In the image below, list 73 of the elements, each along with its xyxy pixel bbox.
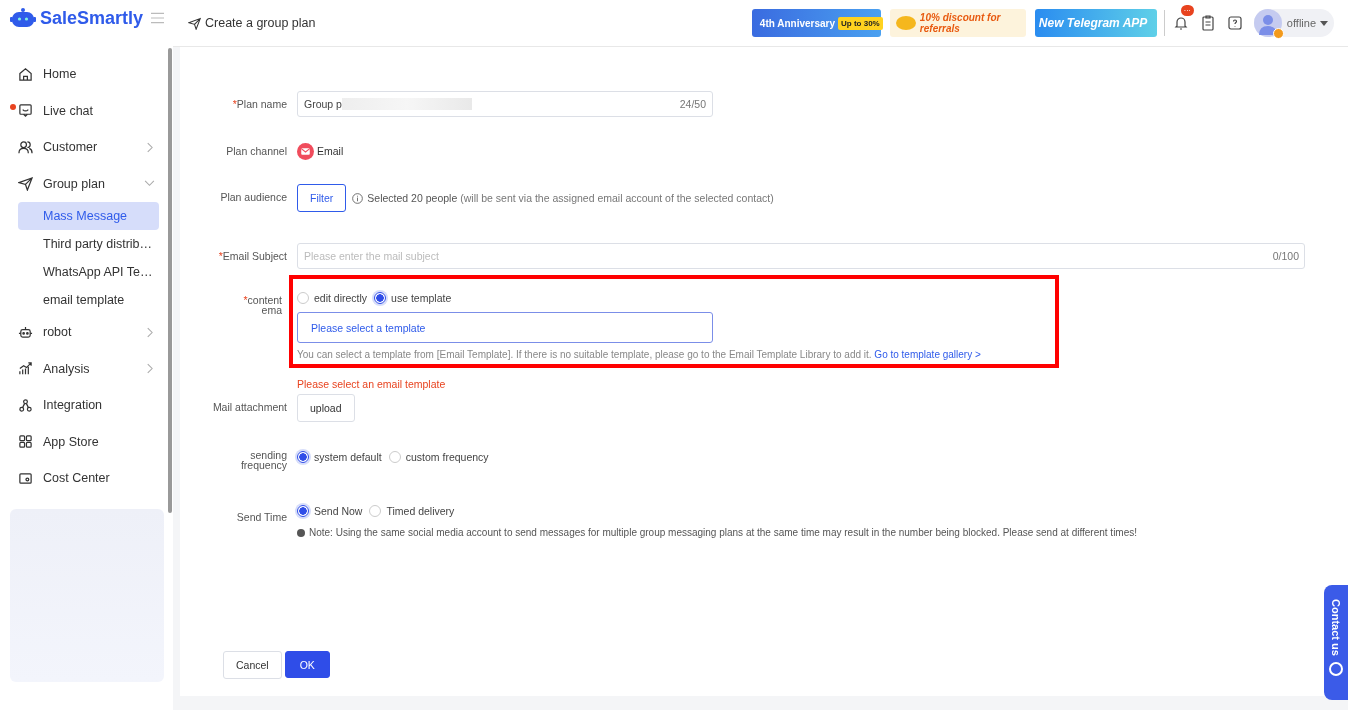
char-counter: 0/100 [1272, 250, 1299, 262]
chat-bubble-icon [1329, 661, 1343, 676]
audience-summary: Selected 20 people [367, 192, 458, 204]
field-label: sending frequency [239, 448, 288, 470]
upload-button[interactable]: upload [297, 394, 355, 422]
required-mark: * [218, 250, 223, 262]
avatar-icon [1253, 9, 1282, 37]
nav-item[interactable]: Group plan [18, 165, 159, 202]
template-gallery-link[interactable]: Go to template gallery > [874, 349, 981, 360]
radio-button[interactable] [374, 292, 387, 304]
required-mark: * [243, 294, 248, 306]
nav-subitem[interactable]: Mass Message [18, 202, 159, 230]
bell-icon[interactable] [1172, 15, 1189, 31]
radio-option[interactable]: edit directly [297, 292, 368, 304]
chart-icon [18, 361, 33, 377]
field-label: Send Time [235, 510, 288, 525]
grid-icon [18, 434, 33, 450]
wallet-icon [18, 470, 33, 486]
radio-option[interactable]: Timed delivery [369, 505, 455, 517]
plan-name-field[interactable]: Group p 24/50 [297, 91, 713, 117]
paper-plane-icon [18, 176, 33, 192]
users-icon [18, 139, 33, 155]
char-counter: 24/50 [679, 98, 706, 110]
home-icon [18, 66, 33, 82]
clipboard-icon[interactable] [1199, 15, 1216, 31]
brand-name: SaleSmartly [40, 7, 144, 29]
status-menu[interactable]: offline [1253, 9, 1334, 37]
cancel-button[interactable]: Cancel [223, 651, 282, 679]
radio-option[interactable]: use template [374, 292, 452, 304]
nav-subitem[interactable]: Third party distrib… [18, 230, 159, 258]
help-text: You can select a template from [Email Template]. If there is no suitable template, please go to the Email Template Library to add it. [297, 349, 872, 360]
paper-plane-icon [188, 16, 201, 30]
radio-option[interactable]: custom frequency [388, 451, 489, 463]
nav-item[interactable]: Live chat [18, 92, 159, 129]
nav-subitem[interactable]: email template [18, 286, 159, 314]
radio-option[interactable]: Send Now [297, 505, 363, 517]
audience-note: (will be sent via the assigned email account of the selected contact) [460, 192, 774, 204]
field-label: Mail attachment [211, 400, 288, 415]
nav-item[interactable]: Cost Center [18, 460, 159, 497]
field-label: Plan channel [225, 144, 288, 159]
info-icon [352, 192, 364, 204]
promo-banner[interactable]: 4th Anniversary Up to 30% [751, 9, 881, 37]
channel-name: Email [317, 145, 344, 157]
help-icon[interactable] [1226, 15, 1243, 31]
ok-button[interactable]: OK [284, 651, 330, 678]
nodes-icon [18, 397, 33, 413]
info-dot-icon [297, 528, 305, 537]
field-label: Plan name [236, 98, 287, 110]
nav-item[interactable]: Home [18, 56, 159, 93]
note-text: Note: Using the same social media account to send messages for multiple group messaging plans at the same time may result in the number being blocked. Please send at different times! [309, 527, 1138, 538]
error-message: Please select an email template [297, 378, 446, 390]
filter-button[interactable]: Filter [297, 184, 347, 212]
field-label: content ema [247, 294, 282, 316]
radio-button[interactable] [297, 505, 309, 517]
nav-item[interactable]: robot [18, 314, 159, 351]
required-mark: * [232, 98, 237, 110]
nav-item[interactable]: Integration [18, 387, 159, 424]
field-label: Plan audience [219, 190, 288, 205]
template-select[interactable]: Please select a template [297, 312, 713, 343]
chat-icon [18, 103, 33, 119]
robot-logo-icon [10, 7, 36, 29]
contact-us-tab[interactable]: Contact us [1324, 585, 1348, 700]
radio-option[interactable]: system default [297, 451, 382, 463]
page-title: Create a group plan [205, 16, 316, 30]
nav-subitem[interactable]: WhatsApp API Te… [18, 258, 159, 286]
field-label: Email Subject [222, 250, 287, 262]
caret-icon [1320, 20, 1328, 26]
robot-icon [18, 324, 33, 340]
nav-item[interactable]: Analysis [18, 350, 159, 387]
radio-button[interactable] [297, 451, 309, 463]
envelope-icon [297, 142, 314, 160]
nav-item[interactable]: Customer [18, 129, 159, 166]
nav-item[interactable]: App Store [18, 423, 159, 460]
